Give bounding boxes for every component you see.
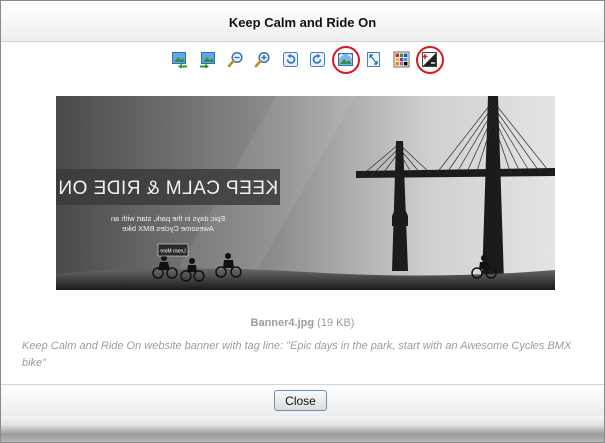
zoom-out-button[interactable] (227, 51, 244, 68)
auto-contrast-button[interactable] (421, 51, 438, 68)
zoom-in-icon (254, 51, 270, 68)
zoom-out-icon (227, 51, 243, 68)
zoom-in-button[interactable] (254, 51, 271, 68)
fit-image-icon (338, 53, 353, 66)
color-palette-icon (393, 51, 410, 68)
close-button[interactable]: Close (274, 390, 327, 411)
file-info: Banner4.jpg (19 KB) (1, 317, 604, 329)
file-name: Banner4.jpg (250, 317, 315, 329)
image-description: Keep Calm and Ride On website banner wit… (22, 340, 572, 369)
dialog-titlebar: Keep Calm and Ride On (1, 1, 604, 42)
image-arrow-left-icon (172, 52, 187, 68)
rotate-right-icon (310, 52, 325, 67)
next-image-button[interactable] (199, 51, 216, 68)
image-arrow-right-icon (200, 52, 215, 68)
dialog-title: Keep Calm and Ride On (228, 14, 377, 30)
contrast-icon (422, 52, 437, 67)
rotate-left-icon (283, 52, 298, 67)
dialog-bottom-edge (1, 416, 604, 442)
dialog-footer: Close (1, 384, 604, 417)
banner-headline: KEEP CALM & RIDE ON (58, 178, 278, 199)
previous-image-button[interactable] (171, 51, 188, 68)
actual-size-icon (367, 52, 380, 67)
image-viewer-dialog: Keep Calm and Ride On KEEP CALM & RIDE O… (0, 0, 605, 443)
rotate-right-button[interactable] (309, 51, 326, 68)
background-color-button[interactable] (393, 51, 410, 68)
banner-tagline-line1: Epic days in the park, start with an (111, 214, 225, 223)
actual-size-button[interactable] (365, 51, 382, 68)
banner-tagline-line2: Awesome Cycles BMX bike (122, 224, 214, 233)
banner-cta: Learn More (160, 249, 186, 255)
fit-image-button[interactable] (337, 51, 354, 68)
banner-image: KEEP CALM & RIDE ON Epic days in the par… (56, 96, 555, 290)
rotate-left-button[interactable] (282, 51, 299, 68)
image-toolbar (1, 45, 604, 75)
file-size: (19 KB) (317, 317, 355, 329)
